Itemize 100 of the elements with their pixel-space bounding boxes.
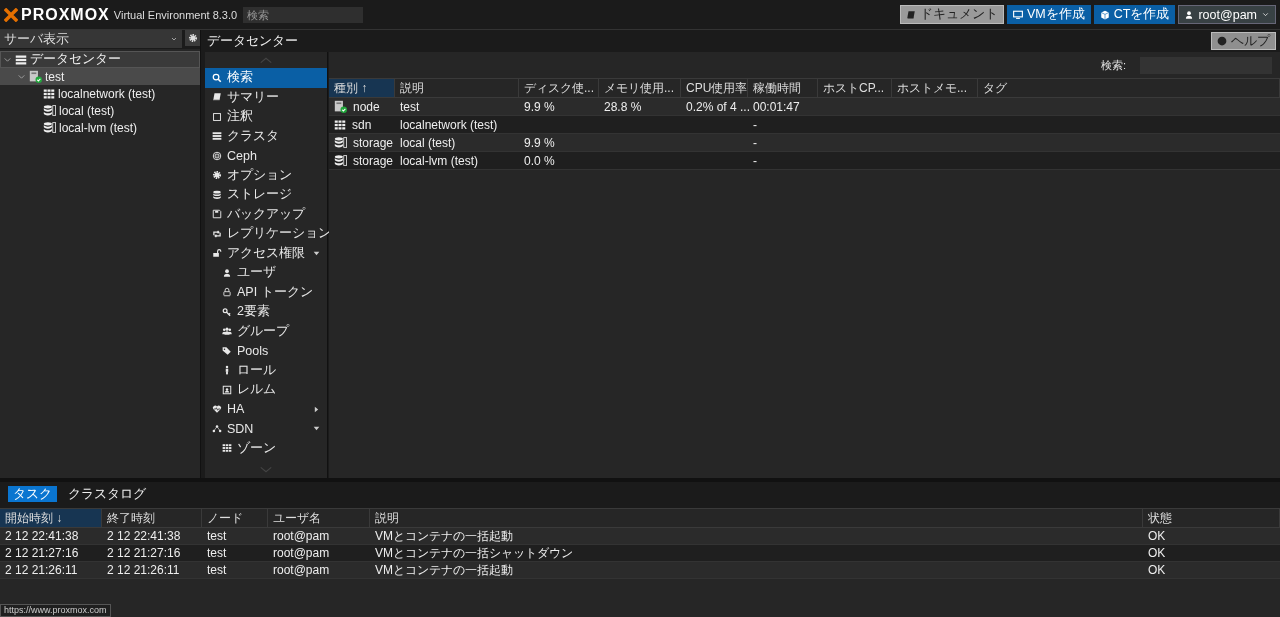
table-cell: root@pam bbox=[273, 546, 330, 560]
table-cell: test bbox=[207, 563, 227, 577]
column-header[interactable]: CPU使用率 bbox=[681, 79, 748, 97]
table-cell: OK bbox=[1148, 563, 1166, 577]
table-cell: VMとコンテナの一括起動 bbox=[375, 527, 513, 545]
scroll-down-icon[interactable] bbox=[259, 466, 273, 474]
table-cell: 2 12 21:27:16 bbox=[107, 546, 181, 560]
user-menu-button[interactable]: root@pam bbox=[1178, 5, 1276, 24]
database-icon bbox=[212, 189, 222, 200]
status-url: https://www.proxmox.com bbox=[0, 604, 111, 617]
user-icon bbox=[1184, 9, 1195, 20]
column-header[interactable]: ホストCP... bbox=[818, 79, 892, 97]
column-header[interactable]: ディスク使... bbox=[519, 79, 599, 97]
grid-icon bbox=[43, 87, 55, 100]
unlocked-padlock-icon bbox=[212, 248, 222, 259]
fingerprint-icon bbox=[212, 150, 222, 161]
nav-item[interactable]: 2要素 bbox=[205, 302, 327, 322]
table-cell: local (test) bbox=[400, 135, 456, 150]
database-icon bbox=[334, 136, 347, 149]
nav-item[interactable]: サマリー bbox=[205, 87, 327, 107]
help-button[interactable]: ヘルプ bbox=[1211, 32, 1276, 50]
column-header[interactable]: ユーザ名 bbox=[268, 509, 370, 527]
id-card-icon bbox=[222, 384, 232, 395]
chevron-down-icon bbox=[170, 35, 178, 43]
create-ct-button[interactable]: CTを作成 bbox=[1093, 5, 1176, 24]
column-header[interactable]: 種別 ↑ bbox=[329, 79, 395, 97]
tree-item[interactable]: test bbox=[0, 68, 200, 85]
tag-icon bbox=[222, 345, 232, 356]
column-header[interactable]: 説明 bbox=[370, 509, 1143, 527]
tab[interactable]: タスク bbox=[8, 486, 57, 502]
tab[interactable]: クラスタログ bbox=[63, 486, 151, 502]
nav-item[interactable]: API トークン bbox=[205, 282, 327, 302]
table-cell: 9.9 % bbox=[524, 135, 555, 150]
table-cell: OK bbox=[1148, 529, 1166, 543]
square-icon bbox=[212, 111, 222, 122]
tree-item[interactable]: local-lvm (test) bbox=[0, 119, 200, 136]
column-header[interactable]: 状態 bbox=[1143, 509, 1280, 527]
server-check-icon bbox=[334, 100, 347, 113]
documentation-button[interactable]: ドキュメント bbox=[900, 5, 1005, 24]
table-cell: 2 12 22:41:38 bbox=[5, 529, 79, 543]
column-header[interactable]: 説明 bbox=[395, 79, 519, 97]
nav-item[interactable]: ゾーン bbox=[205, 438, 327, 458]
column-header[interactable]: 稼働時間 bbox=[748, 79, 818, 97]
table-cell: 0.0 % bbox=[524, 153, 555, 168]
nav-item[interactable]: 検索 bbox=[205, 68, 327, 88]
column-header[interactable]: 開始時刻 ↓ bbox=[0, 509, 102, 527]
padlock-icon bbox=[222, 287, 232, 298]
table-cell: - bbox=[753, 153, 757, 168]
server-icon bbox=[212, 131, 222, 142]
table-cell: root@pam bbox=[273, 529, 330, 543]
search-field[interactable]: 検索 bbox=[243, 6, 364, 23]
table-cell: 00:01:47 bbox=[753, 99, 800, 114]
user-icon bbox=[222, 267, 232, 278]
nav-item[interactable]: ロール bbox=[205, 360, 327, 380]
table-cell: sdn bbox=[352, 117, 372, 132]
nav-item[interactable]: ストレージ bbox=[205, 185, 327, 205]
table-cell: 2 12 21:27:16 bbox=[5, 546, 79, 560]
tree-item[interactable]: localnetwork (test) bbox=[0, 85, 200, 102]
nav-item[interactable]: 注釈 bbox=[205, 107, 327, 127]
cube-icon bbox=[1099, 9, 1110, 20]
table-cell: test bbox=[207, 546, 227, 560]
nav-item[interactable]: Ceph bbox=[205, 146, 327, 166]
table-cell: - bbox=[753, 135, 757, 150]
create-vm-button[interactable]: VMを作成 bbox=[1007, 5, 1091, 24]
column-header[interactable]: ホストメモ... bbox=[892, 79, 978, 97]
nav-item[interactable]: レルム bbox=[205, 380, 327, 400]
monitor-icon bbox=[1013, 9, 1024, 20]
column-header[interactable]: メモリ使用... bbox=[599, 79, 681, 97]
product-version: Virtual Environment 8.3.0 bbox=[113, 8, 238, 21]
book-icon bbox=[906, 9, 917, 20]
nav-item[interactable]: オプション bbox=[205, 165, 327, 185]
table-cell: storage bbox=[353, 135, 394, 150]
nav-item[interactable]: Pools bbox=[205, 341, 327, 361]
table-cell: 9.9 % bbox=[524, 99, 555, 114]
nav-item[interactable]: グループ bbox=[205, 321, 327, 341]
nav-item[interactable]: クラスタ bbox=[205, 126, 327, 146]
search-label: 検索: bbox=[1100, 57, 1126, 73]
column-header[interactable]: ノード bbox=[202, 509, 268, 527]
view-dropdown[interactable]: サーバ表示 bbox=[0, 30, 182, 48]
settings-button[interactable] bbox=[185, 30, 200, 46]
nav-item[interactable]: バックアップ bbox=[205, 204, 327, 224]
nav-item[interactable]: SDN bbox=[205, 419, 327, 439]
column-header[interactable]: 終了時刻 bbox=[102, 509, 202, 527]
tree-item[interactable]: データセンター bbox=[0, 51, 200, 68]
tree-item[interactable]: local (test) bbox=[0, 102, 200, 119]
table-cell: local-lvm (test) bbox=[400, 153, 478, 168]
grid-icon bbox=[222, 443, 232, 454]
column-header[interactable]: タグ bbox=[978, 79, 1280, 97]
table-cell: VMとコンテナの一括起動 bbox=[375, 561, 513, 579]
logo: PROXMOX bbox=[4, 5, 110, 24]
gear-icon bbox=[212, 170, 222, 181]
nav-item[interactable]: アクセス権限 bbox=[205, 243, 327, 263]
server-check-icon bbox=[29, 70, 42, 83]
database-icon bbox=[43, 121, 56, 134]
table-cell: 2 12 21:26:11 bbox=[107, 563, 180, 577]
nav-item[interactable]: HA bbox=[205, 399, 327, 419]
scroll-up-icon[interactable] bbox=[259, 56, 273, 64]
table-cell: node bbox=[353, 99, 380, 114]
table-cell: localnetwork (test) bbox=[400, 117, 498, 132]
nav-item[interactable]: ユーザ bbox=[205, 263, 327, 283]
